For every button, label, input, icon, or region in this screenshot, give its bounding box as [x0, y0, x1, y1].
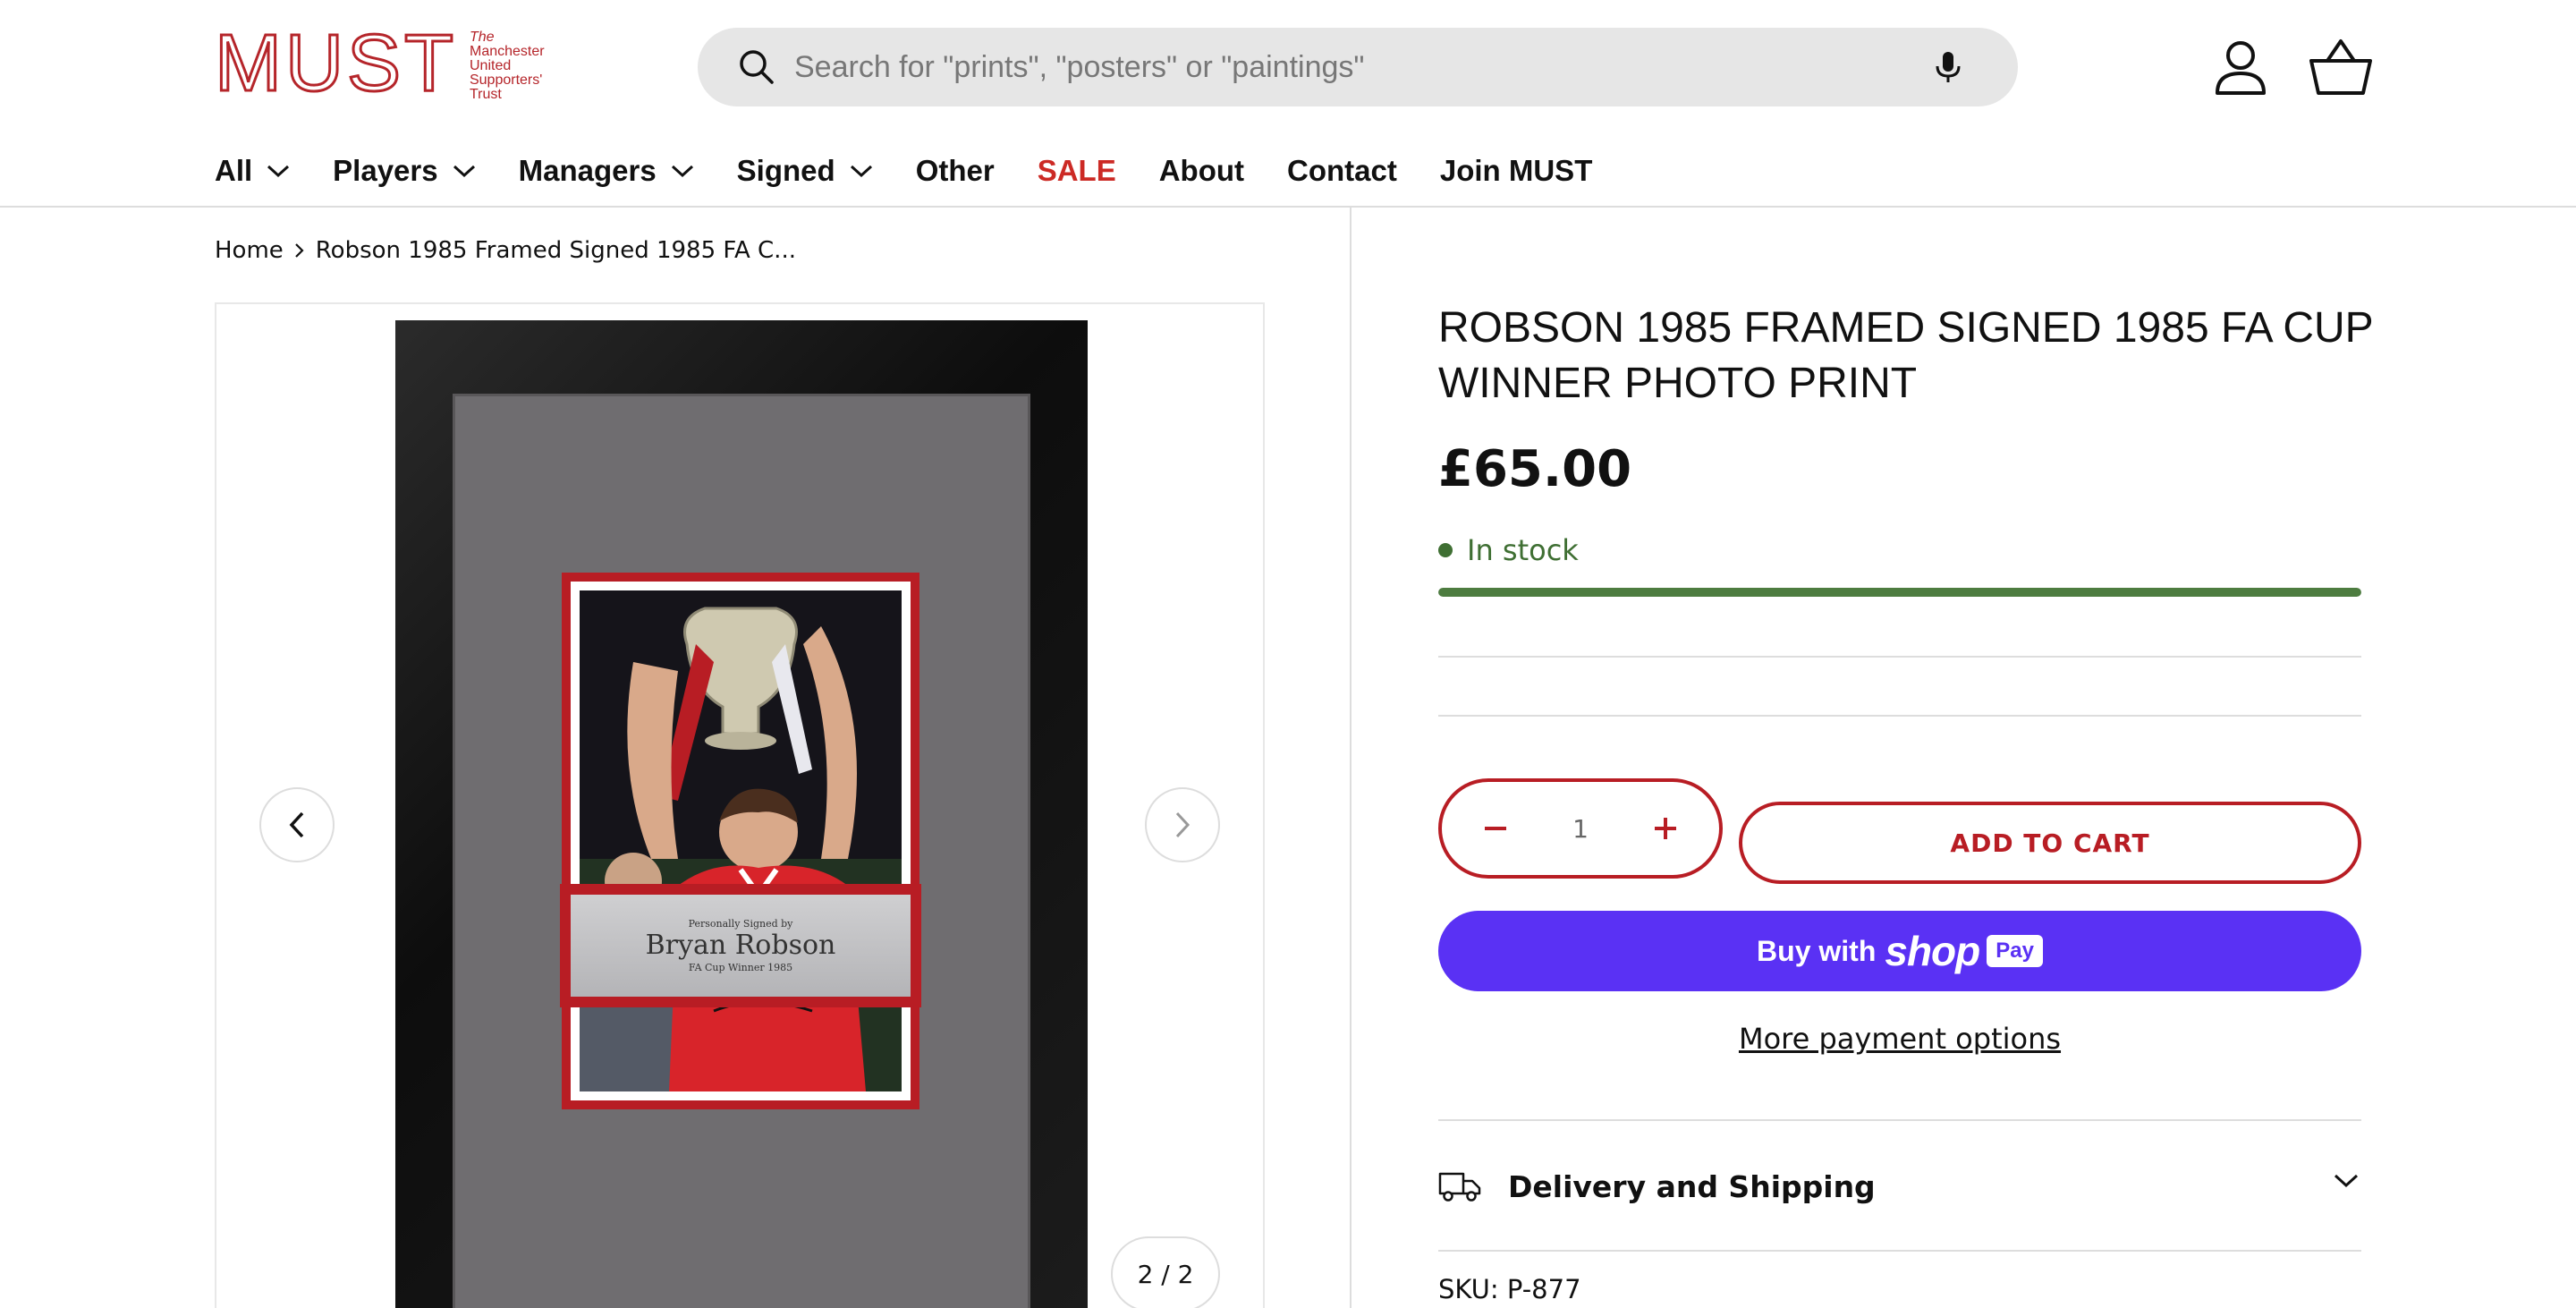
more-payment-options-link[interactable]: More payment options: [1438, 1022, 2361, 1056]
chevron-down-icon: [850, 165, 872, 178]
image-counter: 2 / 2: [1111, 1236, 1220, 1308]
nav-item-sale[interactable]: SALE: [1038, 154, 1116, 188]
divider: [1438, 656, 2361, 658]
minus-icon: [1485, 827, 1506, 830]
stock-status: In stock: [1438, 533, 1579, 567]
delivery-shipping-accordion[interactable]: Delivery and Shipping: [1438, 1163, 2361, 1210]
delivery-label: Delivery and Shipping: [1508, 1168, 1876, 1204]
nav-item-label: SALE: [1037, 154, 1116, 187]
search-bar[interactable]: [698, 28, 2018, 106]
search-icon[interactable]: [737, 47, 776, 87]
product-title: Robson 1985 Framed Signed 1985 FA Cup Wi…: [1438, 304, 2373, 407]
logo-wordmark: MUST: [214, 19, 457, 108]
product-image[interactable]: Personally Signed by Bryan Robson FA Cup…: [395, 320, 1088, 1308]
basket-icon[interactable]: [2308, 36, 2374, 98]
product-price: £65.00: [1438, 440, 1632, 498]
account-icon[interactable]: [2209, 36, 2272, 98]
shop-pay-prefix: Buy with: [1757, 934, 1877, 967]
stock-label: In stock: [1467, 533, 1579, 567]
chevron-down-icon: [267, 165, 290, 178]
stock-level-fill: [1438, 588, 2361, 597]
nav-item-label: Join MUST: [1439, 154, 1593, 187]
chevron-right-icon: [1175, 811, 1191, 838]
nav-item-signed[interactable]: Signed: [737, 154, 873, 188]
increase-quantity-button[interactable]: [1648, 811, 1683, 846]
delivery-truck-icon: [1438, 1172, 1481, 1202]
chevron-down-icon: [2334, 1174, 2359, 1188]
chevron-right-icon: [295, 243, 304, 258]
breadcrumb: Home Robson 1985 Framed Signed 1985 FA C…: [215, 234, 796, 267]
logo-subtitle: The Manchester United Supporters' Trust: [470, 30, 545, 102]
nav-item-about[interactable]: About: [1159, 154, 1244, 188]
nav-item-label: Signed: [736, 154, 835, 187]
shop-pay-button[interactable]: Buy with shop Pay: [1438, 911, 2361, 991]
name-plaque: Personally Signed by Bryan Robson FA Cup…: [560, 884, 921, 1007]
logo-subtitle-line: Supporters': [469, 72, 543, 88]
nav-item-managers[interactable]: Managers: [519, 154, 694, 188]
nav-item-all[interactable]: All: [215, 154, 290, 188]
breadcrumb-current: Robson 1985 Framed Signed 1985 FA C...: [315, 237, 796, 264]
must-logo[interactable]: MUST The Manchester United Supporters' T…: [214, 19, 555, 108]
stock-level-bar: [1438, 588, 2361, 597]
shop-logo: shop: [1885, 928, 1980, 974]
column-divider: [1350, 208, 1352, 1308]
divider: [1438, 1250, 2361, 1252]
next-image-button[interactable]: [1145, 787, 1220, 862]
chevron-left-icon: [289, 811, 304, 838]
product-gallery: Personally Signed by Bryan Robson FA Cup…: [215, 302, 1265, 1308]
quantity-stepper: [1438, 778, 1723, 879]
divider: [1438, 715, 2361, 717]
main-nav: All Players Managers Signed Other SALE A…: [215, 150, 1635, 191]
logo-subtitle-line: The: [469, 30, 495, 45]
previous-image-button[interactable]: [259, 787, 335, 862]
logo-subtitle-line: United: [469, 58, 512, 73]
divider: [1438, 1119, 2361, 1121]
nav-item-join-must[interactable]: Join MUST: [1440, 154, 1593, 188]
nav-item-label: Other: [915, 154, 995, 187]
product-sku: SKU: P-877: [1438, 1274, 1581, 1304]
logo-subtitle-line: Trust: [469, 87, 502, 102]
nav-item-label: Managers: [518, 154, 657, 187]
plaque-line3: FA Cup Winner 1985: [688, 962, 793, 973]
add-to-cart-button[interactable]: ADD TO CART: [1739, 802, 2361, 884]
breadcrumb-home[interactable]: Home: [215, 237, 284, 264]
photo-illustration: [580, 590, 902, 1091]
stock-dot-icon: [1438, 543, 1453, 557]
quantity-input[interactable]: [1554, 813, 1607, 844]
nav-item-contact[interactable]: Contact: [1287, 154, 1397, 188]
nav-item-label: Contact: [1287, 154, 1397, 187]
nav-item-other[interactable]: Other: [916, 154, 995, 188]
decrease-quantity-button[interactable]: [1478, 811, 1513, 846]
microphone-icon[interactable]: [1928, 47, 1968, 87]
frame-mat: Personally Signed by Bryan Robson FA Cup…: [453, 394, 1030, 1308]
chevron-down-icon: [453, 165, 475, 178]
site-header: MUST The Manchester United Supporters' T…: [0, 0, 2576, 208]
pay-badge: Pay: [1987, 935, 2043, 967]
plaque-inner: Personally Signed by Bryan Robson FA Cup…: [571, 895, 911, 997]
nav-item-players[interactable]: Players: [333, 154, 475, 188]
photo-mount: [562, 573, 919, 1109]
plus-icon: [1655, 818, 1676, 839]
logo-subtitle-line: Manchester: [469, 44, 545, 59]
nav-item-label: Players: [333, 154, 438, 187]
nav-item-label: About: [1158, 154, 1245, 187]
plaque-line1: Personally Signed by: [688, 918, 793, 930]
search-input[interactable]: [794, 40, 1868, 94]
nav-item-label: All: [215, 154, 253, 187]
plaque-name: Bryan Robson: [645, 930, 836, 961]
chevron-down-icon: [671, 165, 693, 178]
signed-photo: [580, 590, 902, 1091]
